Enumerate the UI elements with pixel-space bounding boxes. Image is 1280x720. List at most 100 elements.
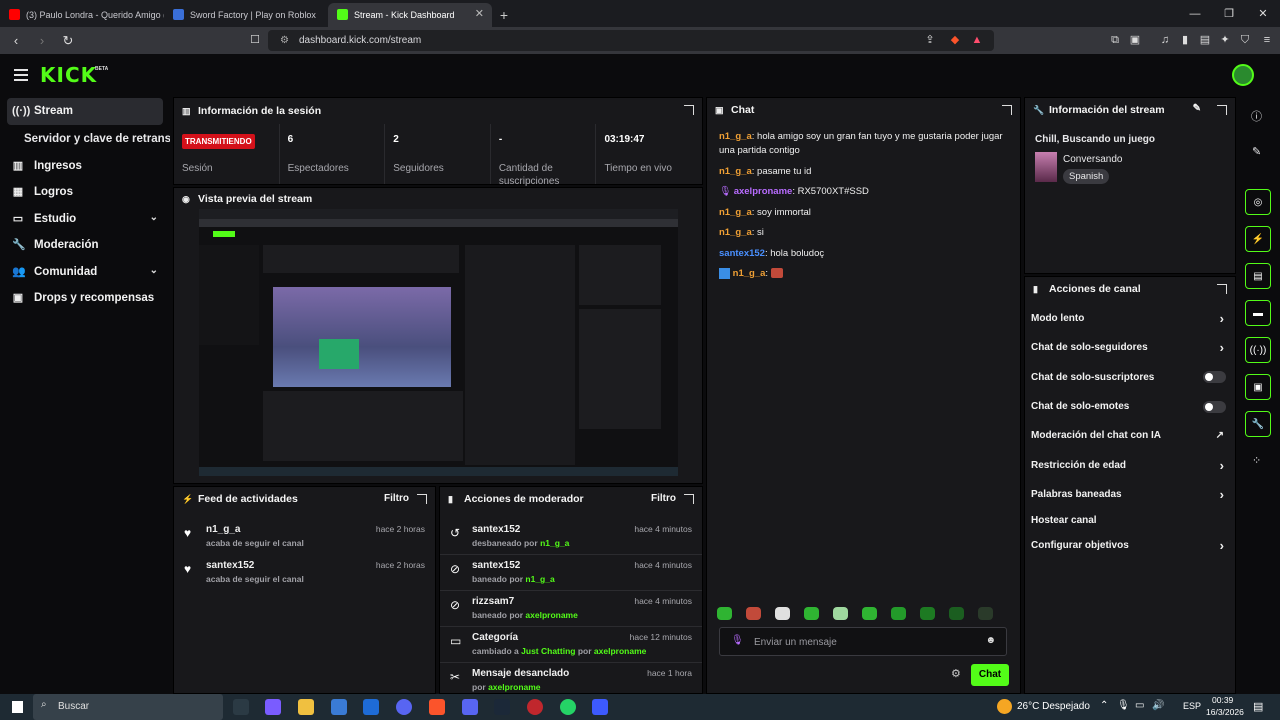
windows-start-icon[interactable] <box>11 701 23 713</box>
steam-icon[interactable] <box>494 699 510 715</box>
forward-icon[interactable]: › <box>32 31 52 51</box>
hamburger-menu-icon[interactable] <box>14 69 28 81</box>
browser-tab-roblox[interactable]: Sword Factory | Play on Roblox <box>164 3 328 27</box>
brave-shield-icon[interactable]: ◆ <box>948 33 962 47</box>
menu-icon[interactable]: ≡ <box>1260 33 1274 47</box>
edit-icon[interactable]: ✎ <box>1252 145 1261 158</box>
kick-logo[interactable]: KICK <box>40 63 97 87</box>
emoji-icon[interactable]: ☻ <box>985 635 996 646</box>
whatsapp-icon[interactable] <box>560 699 576 715</box>
broadcast-icon[interactable]: ((·)) <box>1245 337 1271 363</box>
goals-row[interactable]: Configurar objetivos › <box>1025 531 1235 560</box>
file-explorer-icon[interactable] <box>298 699 314 715</box>
filter-button[interactable]: Filtro <box>651 493 676 504</box>
close-tab-icon[interactable]: ✕ <box>475 7 484 20</box>
bolt-icon[interactable]: ⚡ <box>1245 226 1271 252</box>
emotes-only-toggle[interactable] <box>1203 400 1226 413</box>
maximize-button[interactable]: ❐ <box>1212 0 1246 27</box>
popout-icon[interactable] <box>1217 284 1227 294</box>
taskbar-search[interactable]: ⌕ Buscar <box>33 694 223 720</box>
mail-icon[interactable] <box>363 699 379 715</box>
network-icon[interactable]: ▭ <box>1135 700 1144 711</box>
sidebar-item-ingresos[interactable]: ▥ Ingresos <box>0 153 170 180</box>
stream-preview-video[interactable] <box>199 209 678 476</box>
category-name[interactable]: Conversando <box>1063 154 1122 165</box>
browser-tab-kick[interactable]: Stream - Kick Dashboard ✕ <box>328 3 492 27</box>
vpn-icon[interactable]: ⛉ <box>1238 33 1252 47</box>
share-icon[interactable]: ⇪ <box>923 33 937 47</box>
layout-icon[interactable]: ▣ <box>1245 374 1271 400</box>
age-restriction-row[interactable]: Restricción de edad › <box>1025 450 1235 479</box>
app-icon[interactable] <box>592 699 608 715</box>
extensions-icon[interactable]: ⧉ <box>1108 33 1122 47</box>
popout-icon[interactable] <box>684 105 694 115</box>
filter-button[interactable]: Filtro <box>384 493 409 504</box>
app-icon[interactable] <box>396 699 412 715</box>
emote-icon[interactable] <box>717 607 732 620</box>
brave-icon[interactable] <box>429 699 445 715</box>
speaker-icon[interactable]: 🔊 <box>1152 700 1164 711</box>
info-icon[interactable]: ⓘ <box>1251 108 1262 124</box>
wallet-icon[interactable]: ▤ <box>1198 33 1212 47</box>
sidebar-icon[interactable]: ▮ <box>1178 33 1192 47</box>
host-channel-row[interactable]: Hostear canal <box>1025 509 1235 531</box>
emote-icon[interactable] <box>891 607 906 620</box>
emote-icon[interactable] <box>833 607 848 620</box>
language-indicator[interactable]: ESP <box>1183 701 1201 711</box>
emote-icon[interactable] <box>804 607 819 620</box>
browser-tab-youtube[interactable]: (3) Paulo Londra - Querido Amigo (O <box>0 3 164 27</box>
apps-icon[interactable]: ⁘ <box>1252 454 1261 467</box>
chat-settings-icon[interactable]: ⚙ <box>951 667 961 680</box>
wrench-icon[interactable]: 🔧 <box>1245 411 1271 437</box>
reload-icon[interactable]: ↻ <box>58 31 78 51</box>
emote-icon[interactable] <box>978 607 993 620</box>
notes-icon[interactable]: ▤ <box>1245 263 1271 289</box>
sidebar-item-moderacion[interactable]: 🔧 Moderación <box>0 232 170 259</box>
clock-date[interactable]: 16/3/2026 <box>1206 707 1244 717</box>
popout-icon[interactable] <box>684 494 694 504</box>
screenshot-icon[interactable]: ▣ <box>1128 33 1142 47</box>
popout-icon[interactable] <box>1217 105 1227 115</box>
edit-icon[interactable]: ✎ <box>1193 103 1201 114</box>
sidebar-item-estudio[interactable]: ▭ Estudio ⌄ <box>0 206 170 233</box>
obs-icon[interactable] <box>527 699 543 715</box>
scan-icon[interactable]: ◎ <box>1245 189 1271 215</box>
copilot-icon[interactable] <box>265 699 281 715</box>
sidebar-item-logros[interactable]: ▦ Logros <box>0 179 170 206</box>
clock-time[interactable]: 00:39 <box>1212 695 1233 705</box>
emote-icon[interactable] <box>949 607 964 620</box>
mic-icon[interactable]: 🎙 <box>1117 700 1130 711</box>
user-avatar[interactable] <box>1232 64 1254 86</box>
followers-only-row[interactable]: Chat de solo-seguidores › <box>1025 333 1235 362</box>
ai-moderation-row[interactable]: Moderación del chat con IA ↗ <box>1025 421 1235 450</box>
back-icon[interactable]: ‹ <box>6 31 26 51</box>
emote-icon[interactable] <box>746 607 761 620</box>
emote-icon[interactable] <box>775 607 790 620</box>
minimize-button[interactable]: — <box>1178 0 1212 27</box>
popout-icon[interactable] <box>417 494 427 504</box>
bookmark-icon[interactable]: ☐ <box>248 33 262 47</box>
subscribers-only-toggle[interactable] <box>1203 371 1226 384</box>
notification-icon[interactable]: ▤ <box>1253 700 1263 713</box>
new-tab-button[interactable]: + <box>492 3 516 27</box>
sidebar-item-server-key[interactable]: Servidor y clave de retransmisión <box>0 125 170 153</box>
emote-icon[interactable] <box>862 607 877 620</box>
sidebar-item-stream[interactable]: ((·)) Stream <box>7 98 163 125</box>
url-field[interactable]: ⚙ dashboard.kick.com/stream <box>268 30 994 51</box>
chat-input[interactable]: 🎙 Enviar un mensaje ☻ <box>719 627 1007 656</box>
tray-chevron-icon[interactable]: ⌃ <box>1100 700 1108 711</box>
discord-icon[interactable] <box>462 699 478 715</box>
slow-mode-row[interactable]: Modo lento › <box>1025 304 1235 333</box>
emote-icon[interactable] <box>920 607 935 620</box>
music-icon[interactable]: ♫ <box>1158 33 1172 47</box>
close-window-button[interactable]: ✕ <box>1246 0 1280 27</box>
brave-rewards-icon[interactable]: ▲ <box>970 33 984 47</box>
site-info-icon[interactable]: ⚙ <box>280 35 289 46</box>
banned-words-row[interactable]: Palabras baneadas › <box>1025 480 1235 509</box>
sidebar-item-comunidad[interactable]: 👥 Comunidad ⌄ <box>0 259 170 286</box>
weather-text[interactable]: 26°C Despejado <box>1017 701 1090 712</box>
store-icon[interactable] <box>331 699 347 715</box>
send-chat-button[interactable]: Chat <box>971 664 1009 686</box>
leo-icon[interactable]: ✦ <box>1218 33 1232 47</box>
popout-icon[interactable] <box>1002 105 1012 115</box>
